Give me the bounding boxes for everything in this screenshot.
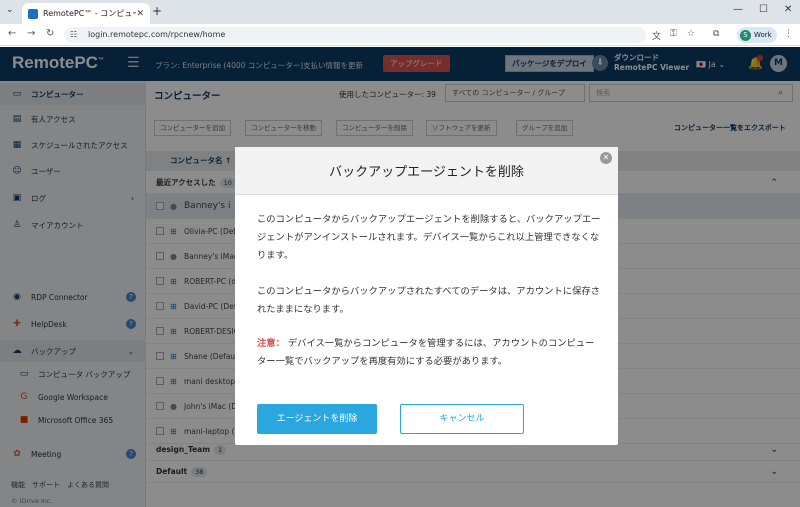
minimize-icon[interactable]: — <box>733 4 743 15</box>
cancel-button[interactable]: キャンセル <box>400 404 524 434</box>
dialog-message: このコンピュータからバックアップエージェントを削除すると、バックアップエージェン… <box>257 214 601 261</box>
bookmark-star-icon[interactable]: ☆ <box>687 29 695 39</box>
profile-label: Work <box>754 31 772 39</box>
dialog-data-note: このコンピュータからバックアップされたすべてのデータは、アカウントに保存されたま… <box>257 286 600 315</box>
dialog-header: バックアップエージェントを削除 ✕ <box>235 147 618 195</box>
back-icon[interactable]: ← <box>8 28 16 39</box>
close-tab-icon[interactable]: ✕ <box>136 9 144 19</box>
password-key-icon[interactable]: ⚿ <box>670 29 677 39</box>
close-window-icon[interactable]: ✕ <box>784 4 792 15</box>
remove-backup-agent-dialog: バックアップエージェントを削除 ✕ このコンピュータからバックアップエージェント… <box>235 147 618 445</box>
profile-avatar: S <box>740 29 751 41</box>
tab-list-icon[interactable]: ⌄ <box>6 5 14 15</box>
translate-icon[interactable]: 文 <box>652 29 661 42</box>
browser-tabbar: ⌄ RemotePC™ - コンピューター ✕ + — ☐ ✕ <box>0 0 800 24</box>
remove-agent-button[interactable]: エージェントを削除 <box>257 404 377 434</box>
new-tab-icon[interactable]: + <box>152 4 162 18</box>
remotepc-favicon <box>28 8 38 19</box>
url-field[interactable]: login.remotepc.com/rpcnew/home <box>64 27 646 43</box>
warning-label: 注意： <box>257 338 285 349</box>
profile-chip[interactable]: S Work <box>737 27 777 43</box>
site-info-icon[interactable]: ☷ <box>70 30 77 39</box>
forward-icon[interactable]: → <box>27 28 35 39</box>
extensions-icon[interactable]: ⧉ <box>713 29 719 39</box>
dialog-warning: 注意： デバイス一覧からコンピュータを管理するには、アカウントのコンピューター一… <box>257 335 602 371</box>
maximize-icon[interactable]: ☐ <box>759 4 768 15</box>
tab-title: RemotePC™ - コンピューター <box>43 9 137 18</box>
reload-icon[interactable]: ↻ <box>46 28 54 39</box>
browser-tab[interactable]: RemotePC™ - コンピューター ✕ <box>22 3 150 24</box>
browser-menu-icon[interactable]: ⋮ <box>784 29 793 39</box>
address-bar: ← → ↻ login.remotepc.com/rpcnew/home ☷ 文… <box>0 24 800 46</box>
dialog-title: バックアップエージェントを削除 <box>329 165 524 180</box>
close-icon[interactable]: ✕ <box>600 152 612 164</box>
warning-text: デバイス一覧からコンピュータを管理するには、アカウントのコンピューター一覧でバッ… <box>257 338 595 367</box>
